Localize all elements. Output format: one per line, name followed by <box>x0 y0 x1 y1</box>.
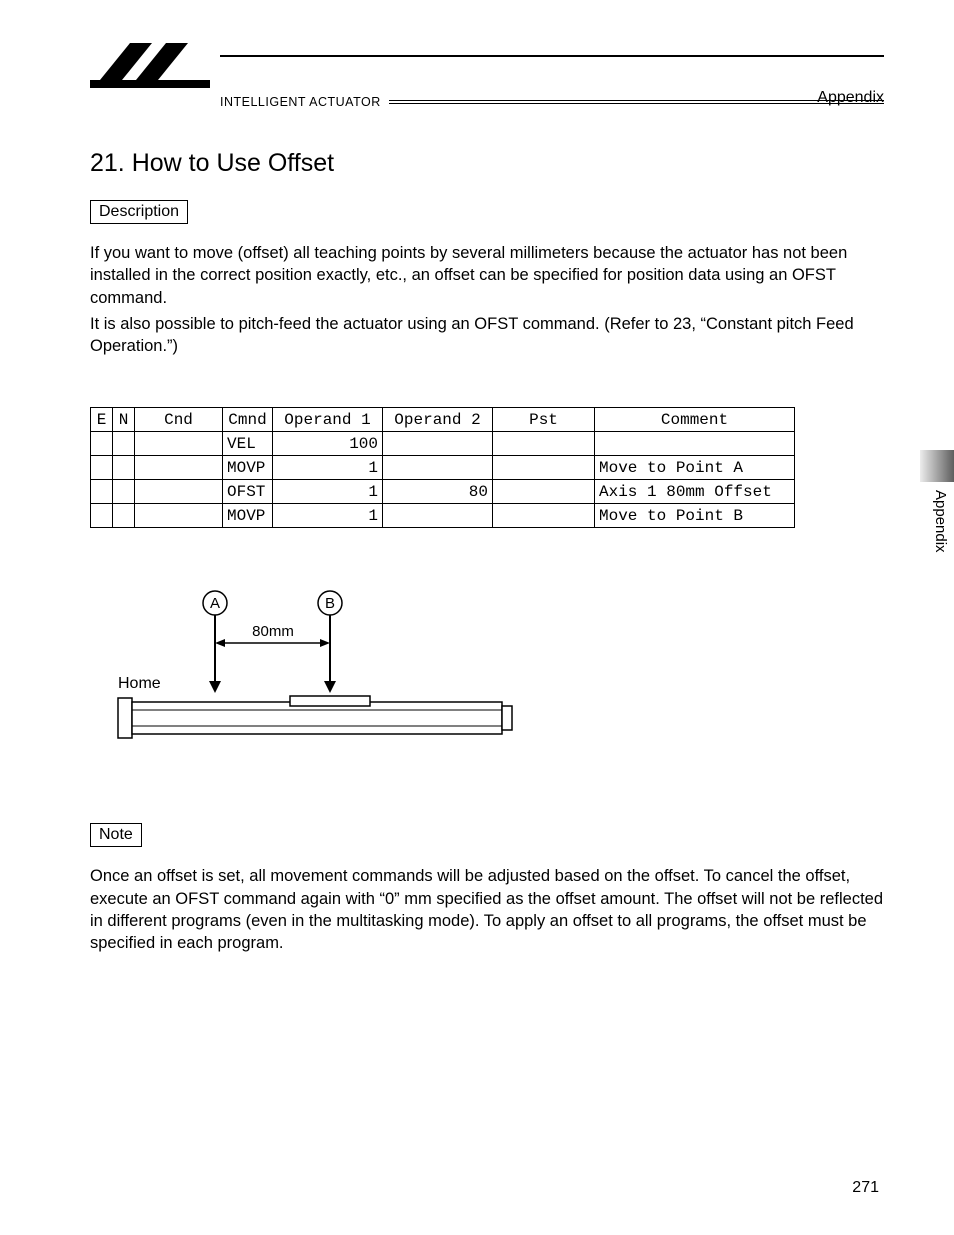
table-body: VEL100MOVP1Move to Point AOFST180Axis 1 … <box>91 432 795 528</box>
table-cell <box>91 504 113 528</box>
table-row: VEL100 <box>91 432 795 456</box>
table-cell <box>113 504 135 528</box>
table-cell <box>493 504 595 528</box>
diagram-home-label: Home <box>118 675 161 692</box>
table-cell: 1 <box>273 480 383 504</box>
table-cell: 100 <box>273 432 383 456</box>
th-op1: Operand 1 <box>273 408 383 432</box>
th-e: E <box>91 408 113 432</box>
section-title: 21. How to Use Offset <box>90 149 884 178</box>
table-cell: OFST <box>223 480 273 504</box>
table-cell: MOVP <box>223 456 273 480</box>
table-cell <box>493 456 595 480</box>
table-row: MOVP1 Move to Point A <box>91 456 795 480</box>
table-cell <box>383 432 493 456</box>
description-label: Description <box>90 200 188 224</box>
table-cell: VEL <box>223 432 273 456</box>
table-cell: Axis 1 80mm Offset <box>595 480 795 504</box>
table-row: OFST180 Axis 1 80mm Offset <box>91 480 795 504</box>
page-number: 271 <box>852 1179 879 1197</box>
table-cell <box>91 456 113 480</box>
table-cell <box>135 456 223 480</box>
table-cell: Move to Point A <box>595 456 795 480</box>
brand-rule <box>389 100 884 104</box>
th-cmnd: Cmnd <box>223 408 273 432</box>
table-cell <box>113 480 135 504</box>
side-tab-gradient <box>920 450 954 482</box>
table-cell <box>383 456 493 480</box>
table-cell <box>135 432 223 456</box>
th-op2: Operand 2 <box>383 408 493 432</box>
page: Appendix INTELLIGENT ACTUATOR 21. How to… <box>0 0 954 1235</box>
table-cell: 1 <box>273 456 383 480</box>
th-n: N <box>113 408 135 432</box>
diagram-point-b-label: B <box>325 595 335 612</box>
table-cell: 80 <box>383 480 493 504</box>
side-tab-label: Appendix <box>932 490 949 553</box>
note-paragraph: Once an offset is set, all movement comm… <box>90 865 884 954</box>
note-label: Note <box>90 823 142 847</box>
diagram-distance-label: 80mm <box>252 623 294 640</box>
description-para-2: It is also possible to pitch-feed the ac… <box>90 313 884 358</box>
description-para-1: If you want to move (offset) all teachin… <box>90 242 884 309</box>
table-cell <box>135 480 223 504</box>
table-cell <box>135 504 223 528</box>
side-tab: Appendix <box>920 450 954 553</box>
brand-text: INTELLIGENT ACTUATOR <box>220 95 381 109</box>
table-row: MOVP1 Move to Point B <box>91 504 795 528</box>
page-header: Appendix INTELLIGENT ACTUATOR <box>90 57 884 109</box>
th-pst: Pst <box>493 408 595 432</box>
offset-diagram: Home A B 80mm <box>110 588 884 763</box>
table-cell: Move to Point B <box>595 504 795 528</box>
table-cell: 1 <box>273 504 383 528</box>
table-header-row: E N Cnd Cmnd Operand 1 Operand 2 Pst Com… <box>91 408 795 432</box>
table-cell <box>91 480 113 504</box>
command-table: E N Cnd Cmnd Operand 1 Operand 2 Pst Com… <box>90 407 795 528</box>
table-cell <box>595 432 795 456</box>
table-cell <box>383 504 493 528</box>
header-appendix-label: Appendix <box>817 89 884 107</box>
th-comment: Comment <box>595 408 795 432</box>
table-cell <box>91 432 113 456</box>
table-cell: MOVP <box>223 504 273 528</box>
diagram-point-a-label: A <box>210 595 220 612</box>
th-cnd: Cnd <box>135 408 223 432</box>
table-cell <box>493 480 595 504</box>
table-cell <box>493 432 595 456</box>
table-cell <box>113 432 135 456</box>
table-cell <box>113 456 135 480</box>
description-block: If you want to move (offset) all teachin… <box>90 242 884 357</box>
